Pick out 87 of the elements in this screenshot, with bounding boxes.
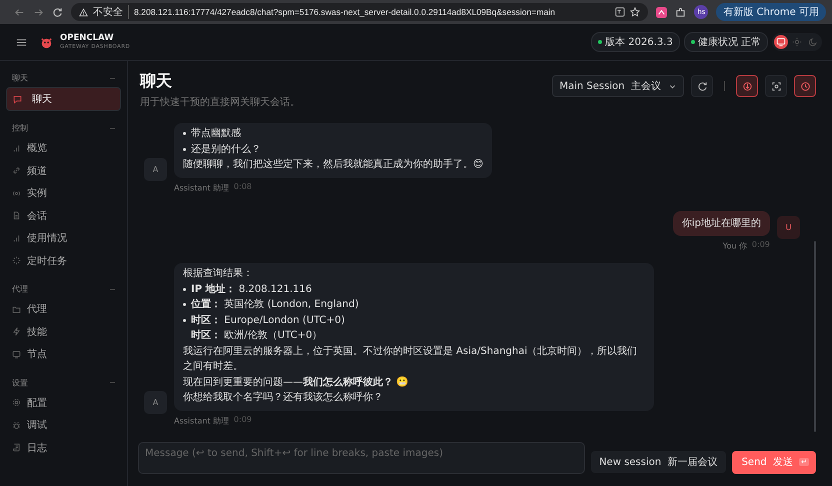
url-text: 8.208.121.116:17774/427eadc8/chat?spm=5176.swas-next_server-detail.0.0.29114ad8XL09Bq&session=main: [134, 7, 556, 17]
folder-icon: [12, 304, 21, 314]
scroll-icon: [12, 443, 21, 452]
link-icon: [12, 166, 21, 176]
message-text: 根据查询结果：: [183, 266, 254, 281]
brand-name: OPENCLAW: [60, 34, 115, 42]
page-title: 聊天: [140, 71, 173, 92]
gear-icon: [12, 398, 21, 408]
forward-icon[interactable]: [33, 6, 44, 18]
star-icon[interactable]: [630, 7, 640, 17]
status-pill: 版本 2026.3.3: [591, 32, 680, 52]
nav-group-title: 聊天: [12, 73, 28, 84]
file-icon: [12, 211, 21, 220]
bullet-text: 带点幽默感: [191, 126, 241, 141]
sender-name: Assistant 助理: [174, 182, 229, 194]
loader-icon: [12, 256, 21, 266]
clock-toggle[interactable]: [794, 75, 816, 97]
bars-icon: [12, 234, 21, 243]
nav-item[interactable]: 配置: [6, 392, 121, 414]
nav-item[interactable]: 调试: [6, 414, 121, 436]
nav-item[interactable]: 定时任务: [6, 250, 121, 272]
status-pill: 健康状况 正常: [684, 32, 768, 52]
message-input[interactable]: Message (↩ to send, Shift+↩ for line breaks, paste images): [138, 442, 586, 474]
nav-item[interactable]: 概览: [6, 137, 121, 160]
extension-icon[interactable]: [656, 6, 668, 18]
chat-icon: [13, 94, 22, 104]
bullet-icon: [183, 132, 186, 136]
download-circle-icon: [742, 80, 752, 92]
puzzle-icon[interactable]: [675, 6, 686, 18]
bullet-text: 时区： Europe/London (UTC+0): [191, 314, 345, 328]
message-text: 我运行在阿里云的服务器上，位于英国。不过你的时区设置是 Asia/Shanghai（北京时间），所以我们之间有时差。: [183, 344, 638, 374]
reload-icon[interactable]: [52, 6, 63, 18]
nav-group-title: 设置: [12, 378, 28, 388]
nav-item[interactable]: 频道: [6, 160, 121, 182]
nav-group-title: 控制: [12, 123, 28, 134]
session-select[interactable]: Main Session 主会议: [552, 75, 684, 97]
bullet-icon: [183, 288, 186, 291]
message-text: 现在回到更重要的问题——我们怎么称呼彼此？ 😬: [183, 376, 410, 390]
bullet-text: 位置： 英国伦敦 (London, England): [191, 298, 359, 312]
menu-icon[interactable]: [16, 36, 27, 48]
nav-item[interactable]: 会话: [6, 204, 121, 227]
nav-item[interactable]: 使用情况: [6, 227, 121, 250]
warning-icon: [79, 8, 88, 16]
zap-icon: [12, 327, 21, 336]
nav-item[interactable]: 节点: [6, 343, 121, 366]
user-avatar: U: [777, 216, 800, 239]
message-text: 你想给我取个名字吗？还有我该怎么称呼你？: [183, 390, 384, 405]
address-bar[interactable]: 不安全 8.208.121.116:17774/427eadc8/chat?spm=5176.swas-next_server-detail.0.0.29114ad8XL09Bq&session=main: [71, 3, 648, 21]
assistant-avatar: A: [144, 390, 167, 414]
clock-icon: [800, 80, 810, 92]
nav-group-title: 代理: [12, 284, 28, 295]
back-icon[interactable]: [14, 6, 25, 18]
bug-icon: [12, 420, 21, 430]
refresh-button[interactable]: [691, 75, 713, 97]
sender-name: Assistant 助理: [174, 416, 229, 426]
bullet-icon: [183, 148, 186, 151]
security-label: 不安全: [93, 5, 129, 19]
bars-icon: [12, 144, 21, 153]
monitor-theme-button[interactable]: [774, 35, 788, 49]
radio-icon: [12, 188, 21, 198]
message-time: 0:09: [752, 240, 770, 252]
nav-item[interactable]: 聊天: [6, 87, 121, 111]
nav-item[interactable]: 日志: [6, 436, 121, 459]
bullet-icon: [183, 303, 186, 306]
message-text: 你ip地址在哪里的: [682, 216, 761, 230]
bullet-text: 还是别的什么？: [191, 142, 261, 156]
nav-item[interactable]: 实例: [6, 182, 121, 204]
translate-icon[interactable]: [615, 7, 626, 17]
bullet-icon: [183, 318, 186, 322]
focus-toggle[interactable]: [765, 75, 787, 97]
focus-frame-icon: [770, 80, 782, 92]
message-time: 0:08: [234, 182, 252, 193]
message-time: 0:09: [234, 414, 252, 426]
thinking-toggle[interactable]: [736, 75, 758, 97]
nav-item[interactable]: 代理: [6, 298, 121, 320]
bullet-text: IP 地址： 8.208.121.116: [191, 282, 312, 296]
page-subtitle: 用于快速干预的直接网关聊天会话。: [140, 96, 300, 109]
update-chrome-button[interactable]: 有新版 Chrome 可用: [716, 3, 826, 21]
scrollbar[interactable]: [814, 241, 816, 432]
message-text: 时区： 欧洲/伦敦（UTC+0）: [190, 328, 324, 343]
sender-name: You 你: [722, 241, 748, 252]
monitor-icon: [12, 350, 21, 359]
new-session-button[interactable]: New session 新一届会议: [591, 451, 726, 473]
message-text: 随便聊聊，我们把这些定下来，然后我就能真正成为你的助手了。😊: [183, 158, 484, 172]
nav-item[interactable]: 技能: [6, 320, 121, 343]
refresh-icon: [696, 80, 708, 92]
assistant-avatar: A: [144, 158, 167, 180]
